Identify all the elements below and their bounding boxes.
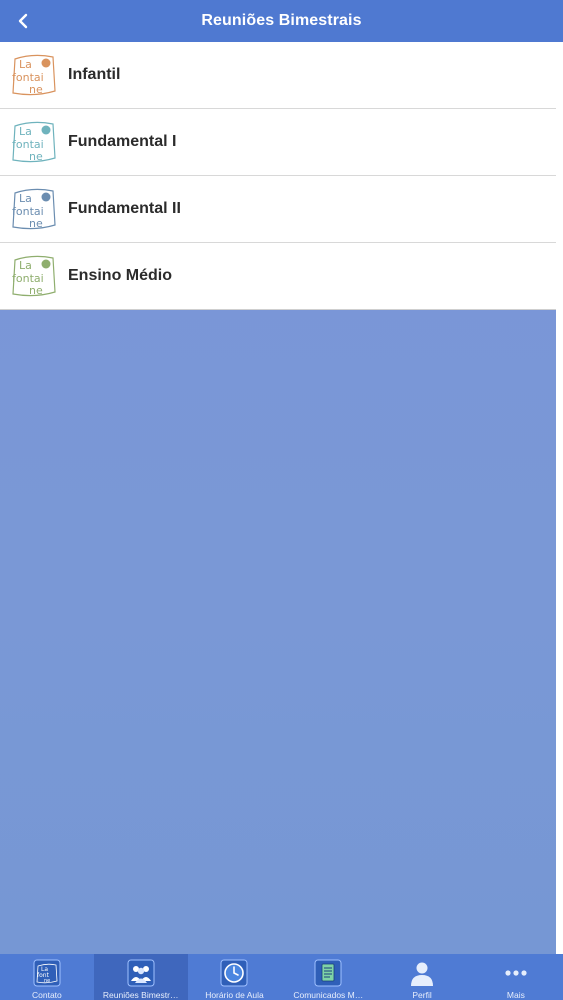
- svg-text:ne: ne: [29, 217, 43, 230]
- more-dots-icon: [505, 970, 527, 976]
- tab-horario-de-aula[interactable]: Horário de Aula: [188, 954, 282, 1000]
- clock-globe-icon: [220, 959, 248, 987]
- list-item-label: Fundamental II: [68, 200, 181, 217]
- list-item-ensino-medio[interactable]: La fontai ne Ensino Médio: [0, 243, 556, 310]
- navigation-bar: Reuniões Bimestrais: [0, 0, 563, 42]
- tab-label: Comunicados M…: [293, 990, 364, 1000]
- list-item-label: Fundamental I: [68, 133, 177, 150]
- tab-mais[interactable]: Mais: [469, 954, 563, 1000]
- la-fontaine-logo-icon: La fontai ne: [12, 54, 56, 96]
- scroll-edge: [556, 42, 563, 954]
- document-icon: [314, 959, 342, 987]
- list-item-label: Infantil: [68, 66, 121, 83]
- la-fontaine-logo-icon: La fontai ne: [12, 121, 56, 163]
- svg-text:La: La: [19, 125, 32, 138]
- person-icon: [411, 962, 434, 986]
- tab-label: Horário de Aula: [205, 990, 264, 1000]
- tab-bar: La font ne Contato Reuniões Bimestr… Hor…: [0, 954, 563, 1000]
- meeting-people-icon: [127, 959, 155, 987]
- svg-text:La: La: [19, 259, 32, 272]
- chevron-left-icon: [18, 13, 28, 29]
- list-item-infantil[interactable]: La fontai ne Infantil: [0, 42, 556, 109]
- back-button[interactable]: [8, 5, 40, 37]
- svg-text:La: La: [19, 192, 32, 205]
- tab-contato[interactable]: La font ne Contato: [0, 954, 94, 1000]
- tab-label: Perfil: [412, 990, 432, 1000]
- svg-text:La: La: [19, 58, 32, 71]
- list-item-fundamental-2[interactable]: La fontai ne Fundamental II: [0, 176, 556, 243]
- la-fontaine-logo-icon: La fontai ne: [12, 255, 56, 297]
- page-title: Reuniões Bimestrais: [201, 12, 362, 29]
- list-item-fundamental-1[interactable]: La fontai ne Fundamental I: [0, 109, 556, 176]
- tab-comunicados[interactable]: Comunicados M…: [281, 954, 375, 1000]
- svg-text:ne: ne: [29, 83, 43, 96]
- tab-label: Reuniões Bimestr…: [102, 990, 179, 1000]
- svg-text:ne: ne: [29, 150, 43, 163]
- tab-label: Mais: [506, 990, 525, 1000]
- list-item-label: Ensino Médio: [68, 267, 172, 284]
- svg-text:ne: ne: [29, 284, 43, 297]
- tab-label: Contato: [32, 990, 62, 1000]
- tab-reunioes-bimestrais[interactable]: Reuniões Bimestr…: [93, 954, 188, 1000]
- la-fontaine-logo-icon: La font ne: [33, 959, 61, 987]
- la-fontaine-logo-icon: La fontai ne: [12, 188, 56, 230]
- svg-text:ne: ne: [44, 978, 50, 984]
- meetings-list: La fontai ne Infantil La fontai ne Funda…: [0, 42, 556, 310]
- tab-perfil[interactable]: Perfil: [375, 954, 469, 1000]
